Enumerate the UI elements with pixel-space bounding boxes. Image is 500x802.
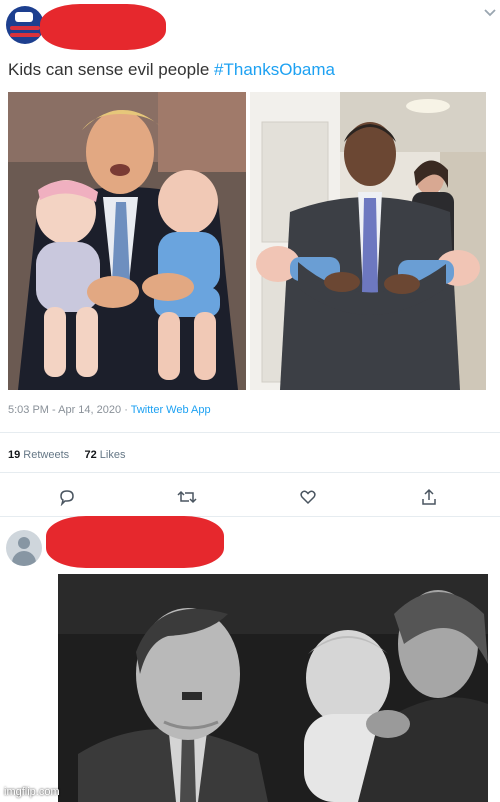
retweets-stat[interactable]: 19 Retweets — [8, 449, 69, 461]
retweets-label: Retweets — [20, 449, 70, 461]
like-button[interactable] — [297, 486, 319, 508]
retweet-icon — [177, 490, 197, 504]
avatar[interactable] — [6, 6, 44, 44]
default-avatar[interactable] — [6, 530, 42, 566]
likes-count: 72 — [84, 449, 97, 461]
watermark: imgflip.com — [4, 786, 60, 798]
reply-icon — [60, 490, 74, 506]
redacted-username — [40, 4, 166, 50]
chevron-down-icon[interactable] — [484, 8, 496, 18]
tweet-body: Kids can sense evil people — [8, 60, 215, 79]
redacted-username — [46, 516, 224, 568]
divider — [0, 472, 500, 473]
tweet-text: Kids can sense evil people #ThanksObama — [8, 60, 335, 80]
share-icon — [422, 488, 436, 505]
reply-photo[interactable] — [58, 574, 488, 802]
like-icon — [300, 490, 316, 505]
tweet-photo-left[interactable] — [8, 92, 246, 390]
retweet-button[interactable] — [176, 486, 198, 508]
retweets-count: 19 — [8, 449, 21, 461]
likes-stat[interactable]: 72 Likes — [84, 449, 125, 461]
likes-label: Likes — [96, 449, 126, 461]
divider — [0, 432, 500, 433]
source-app-link[interactable]: Twitter Web App — [131, 404, 211, 416]
share-button[interactable] — [418, 486, 440, 508]
timestamp-text: 5:03 PM - Apr 14, 2020 — [8, 404, 122, 416]
tweet-timestamp: 5:03 PM - Apr 14, 2020 · Twitter Web App — [8, 404, 211, 416]
reply-button[interactable] — [56, 486, 78, 508]
tweet-photo-right[interactable] — [250, 92, 486, 390]
meta-separator: · — [121, 404, 131, 416]
hashtag-link[interactable]: #ThanksObama — [214, 60, 335, 79]
tweet-stats: 19 Retweets 72 Likes — [8, 449, 125, 461]
